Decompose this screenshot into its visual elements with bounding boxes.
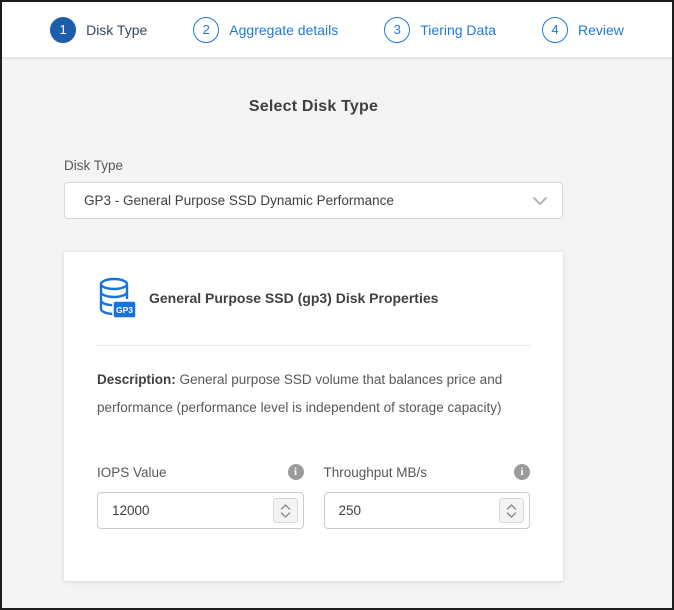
wizard-window: 1 Disk Type 2 Aggregate details 3 Tierin… [0,0,674,610]
step-4-number-badge: 4 [542,17,568,43]
disk-type-field-label: Disk Type [64,158,563,173]
iops-stepper[interactable] [273,498,298,523]
iops-info-icon[interactable]: i [288,464,304,480]
step-1-disk-type[interactable]: 1 Disk Type [50,17,147,43]
card-divider [97,345,530,346]
iops-field: IOPS Value i [97,464,304,529]
iops-label: IOPS Value [97,465,167,480]
throughput-label: Throughput MB/s [324,465,428,480]
svg-text:GP3: GP3 [116,305,133,315]
throughput-stepper[interactable] [499,498,524,523]
disk-properties-card: GP3 General Purpose SSD (gp3) Disk Prope… [64,252,563,581]
chevron-down-icon [532,196,548,206]
step-1-number-badge: 1 [50,17,76,43]
disk-type-select[interactable]: GP3 - General Purpose SSD Dynamic Perfor… [64,182,563,219]
step-2-label: Aggregate details [229,22,338,38]
card-title: General Purpose SSD (gp3) Disk Propertie… [149,290,438,306]
throughput-field: Throughput MB/s i [324,464,531,529]
step-3-number-badge: 3 [384,17,410,43]
step-2-number-badge: 2 [193,17,219,43]
page-title: Select Disk Type [64,98,563,116]
description-text: Description: General purpose SSD volume … [97,366,530,422]
description-label: Description: [97,372,176,387]
iops-input[interactable] [98,503,303,518]
disk-type-selected-value: GP3 - General Purpose SSD Dynamic Perfor… [84,193,532,208]
step-4-label: Review [578,22,624,38]
step-1-label: Disk Type [86,22,147,38]
step-content: Select Disk Type Disk Type GP3 - General… [2,58,672,581]
step-3-tiering-data[interactable]: 3 Tiering Data [384,17,496,43]
step-4-review[interactable]: 4 Review [542,17,624,43]
gp3-database-icon: GP3 [97,276,137,320]
step-3-label: Tiering Data [420,22,496,38]
wizard-stepper: 1 Disk Type 2 Aggregate details 3 Tierin… [2,2,672,58]
step-2-aggregate-details[interactable]: 2 Aggregate details [193,17,338,43]
throughput-info-icon[interactable]: i [514,464,530,480]
